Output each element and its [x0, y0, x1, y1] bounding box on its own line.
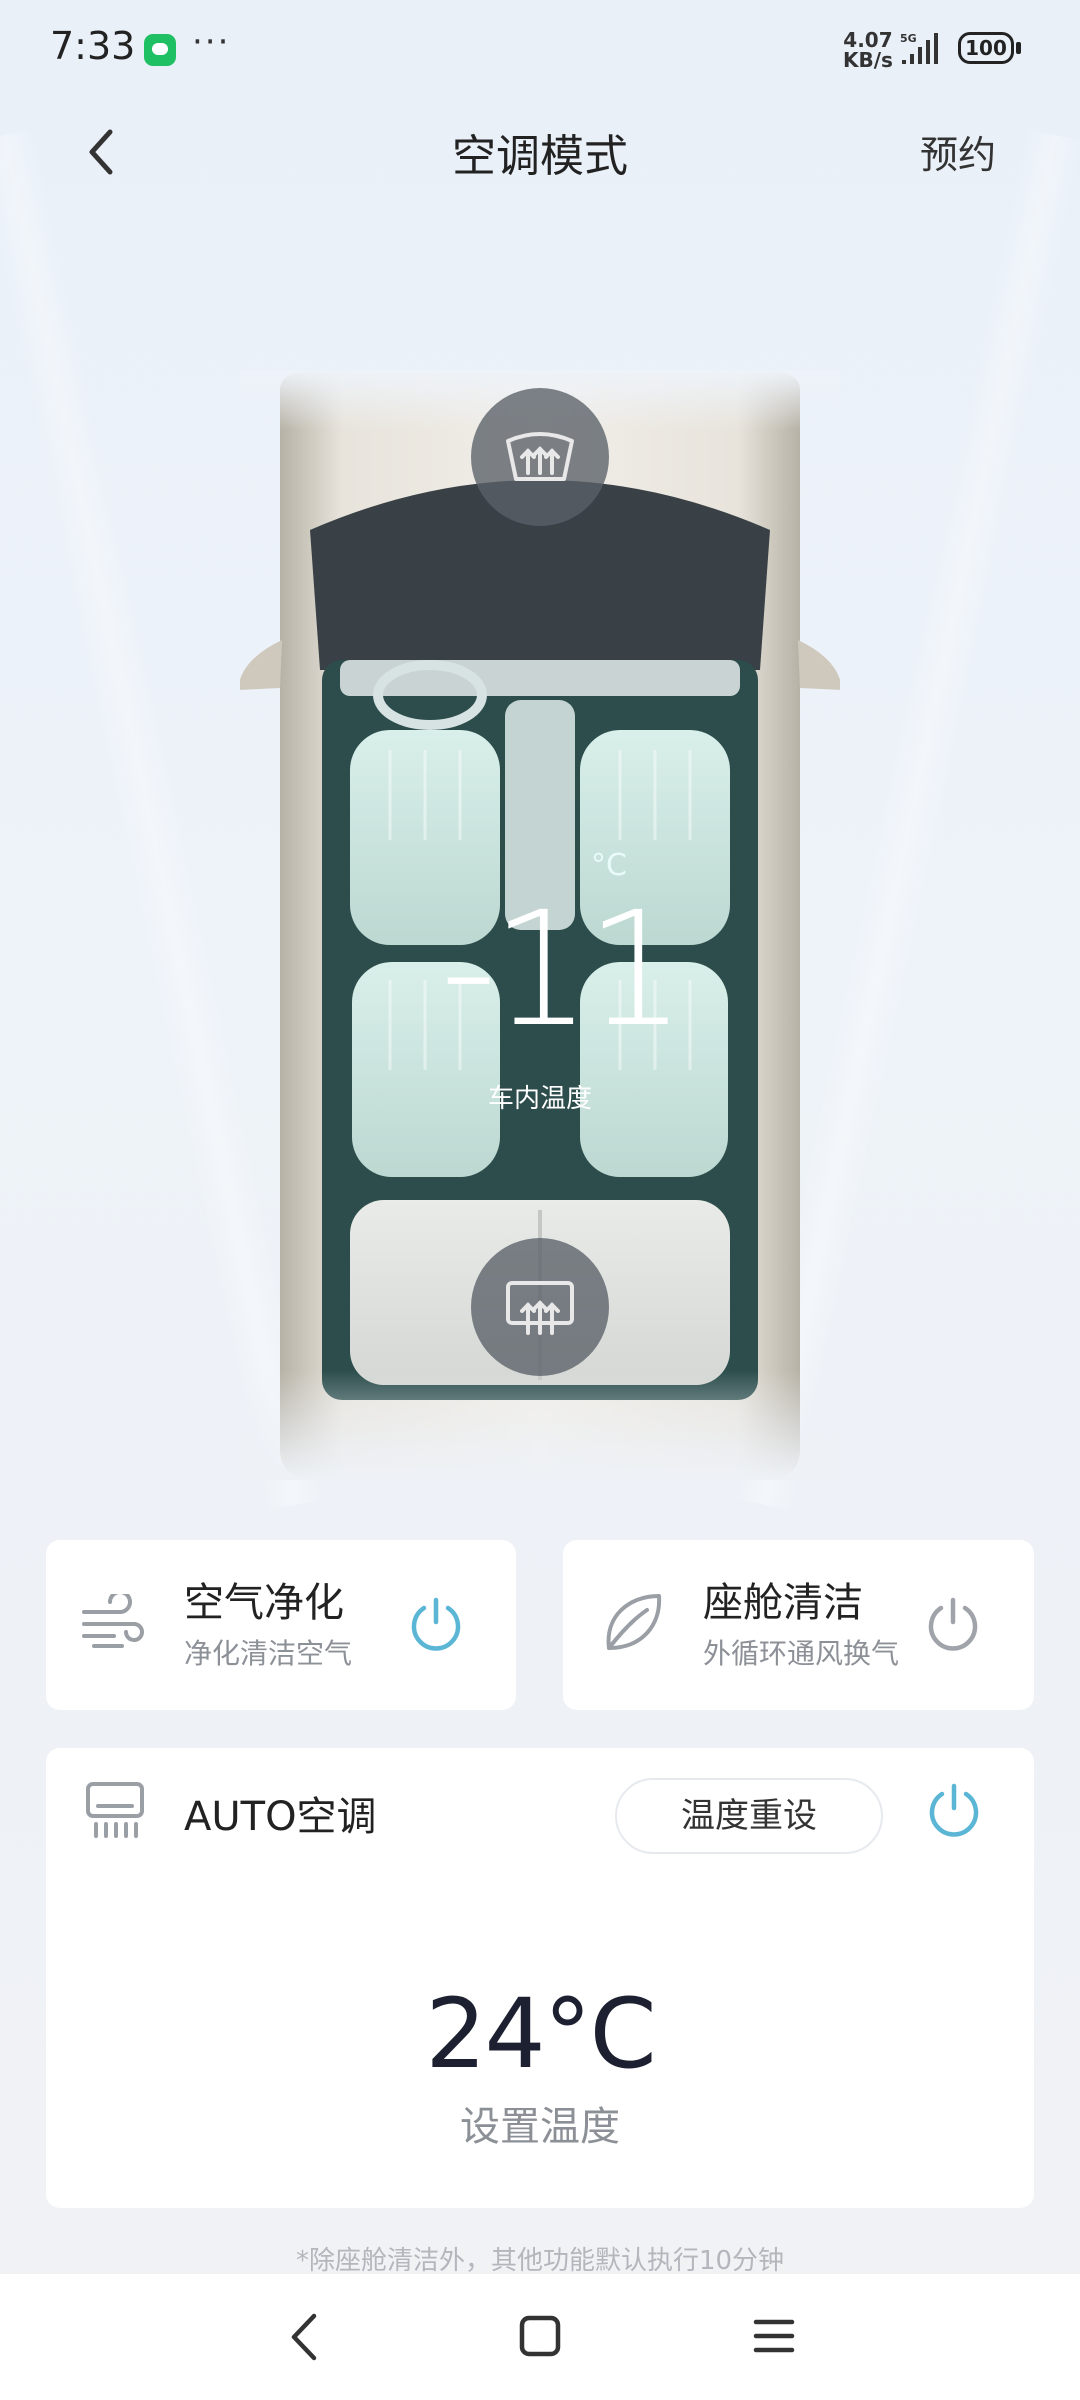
set-temperature-value[interactable]: 24°C: [340, 1978, 740, 2090]
status-time: 7:33: [50, 24, 136, 68]
rear-defrost-icon: [506, 1281, 574, 1335]
signal-icon: 5G: [900, 30, 948, 74]
network-speed: 4.07 KB/s: [843, 30, 893, 70]
page-title: 空调模式: [452, 131, 628, 182]
more-notifications-icon: ···: [192, 22, 231, 62]
air-purify-subtitle: 净化清洁空气: [184, 1637, 353, 1670]
nav-home-button[interactable]: [518, 2314, 562, 2358]
front-defrost-button[interactable]: [471, 388, 609, 526]
reserve-button[interactable]: 预约: [920, 124, 996, 179]
front-defrost-icon: [506, 432, 574, 481]
footnote: *除座舱清洁外，其他功能默认执行10分钟: [295, 2246, 785, 2276]
cabin-clean-title: 座舱清洁: [703, 1580, 863, 1626]
auto-ac-power-button[interactable]: [924, 1780, 984, 1840]
cabin-temperature-value: -11: [440, 878, 686, 1062]
cabin-clean-power-button[interactable]: [923, 1594, 983, 1654]
back-button[interactable]: [74, 122, 134, 182]
air-purify-power-button[interactable]: [406, 1594, 466, 1654]
network-speed-value: 4.07: [843, 28, 893, 52]
nav-back-button[interactable]: [284, 2310, 326, 2364]
leaf-icon: [606, 1594, 662, 1650]
air-purify-card[interactable]: 空气净化 净化清洁空气: [46, 1540, 516, 1710]
auto-ac-title: AUTO空调: [184, 1794, 377, 1840]
wechat-notification-icon: [144, 34, 176, 66]
network-speed-unit: KB/s: [843, 48, 893, 72]
nav-menu-button[interactable]: [752, 2316, 796, 2356]
cabin-clean-card[interactable]: 座舱清洁 外循环通风换气: [563, 1540, 1034, 1710]
cabin-temperature-label: 车内温度: [487, 1084, 592, 1114]
battery-tip: [1016, 42, 1021, 54]
air-conditioner-icon: [86, 1782, 144, 1838]
set-temperature-label: 设置温度: [460, 2104, 620, 2150]
system-navigation-bar: [0, 2274, 1080, 2400]
battery-indicator: 100: [958, 32, 1014, 64]
rear-defrost-button[interactable]: [471, 1238, 609, 1376]
chevron-left-icon: [89, 129, 113, 175]
network-type: 5G: [900, 32, 917, 45]
wind-icon: [82, 1594, 144, 1648]
air-purify-title: 空气净化: [184, 1580, 344, 1626]
temperature-reset-button[interactable]: 温度重设: [615, 1778, 883, 1854]
cabin-clean-subtitle: 外循环通风换气: [703, 1637, 900, 1670]
